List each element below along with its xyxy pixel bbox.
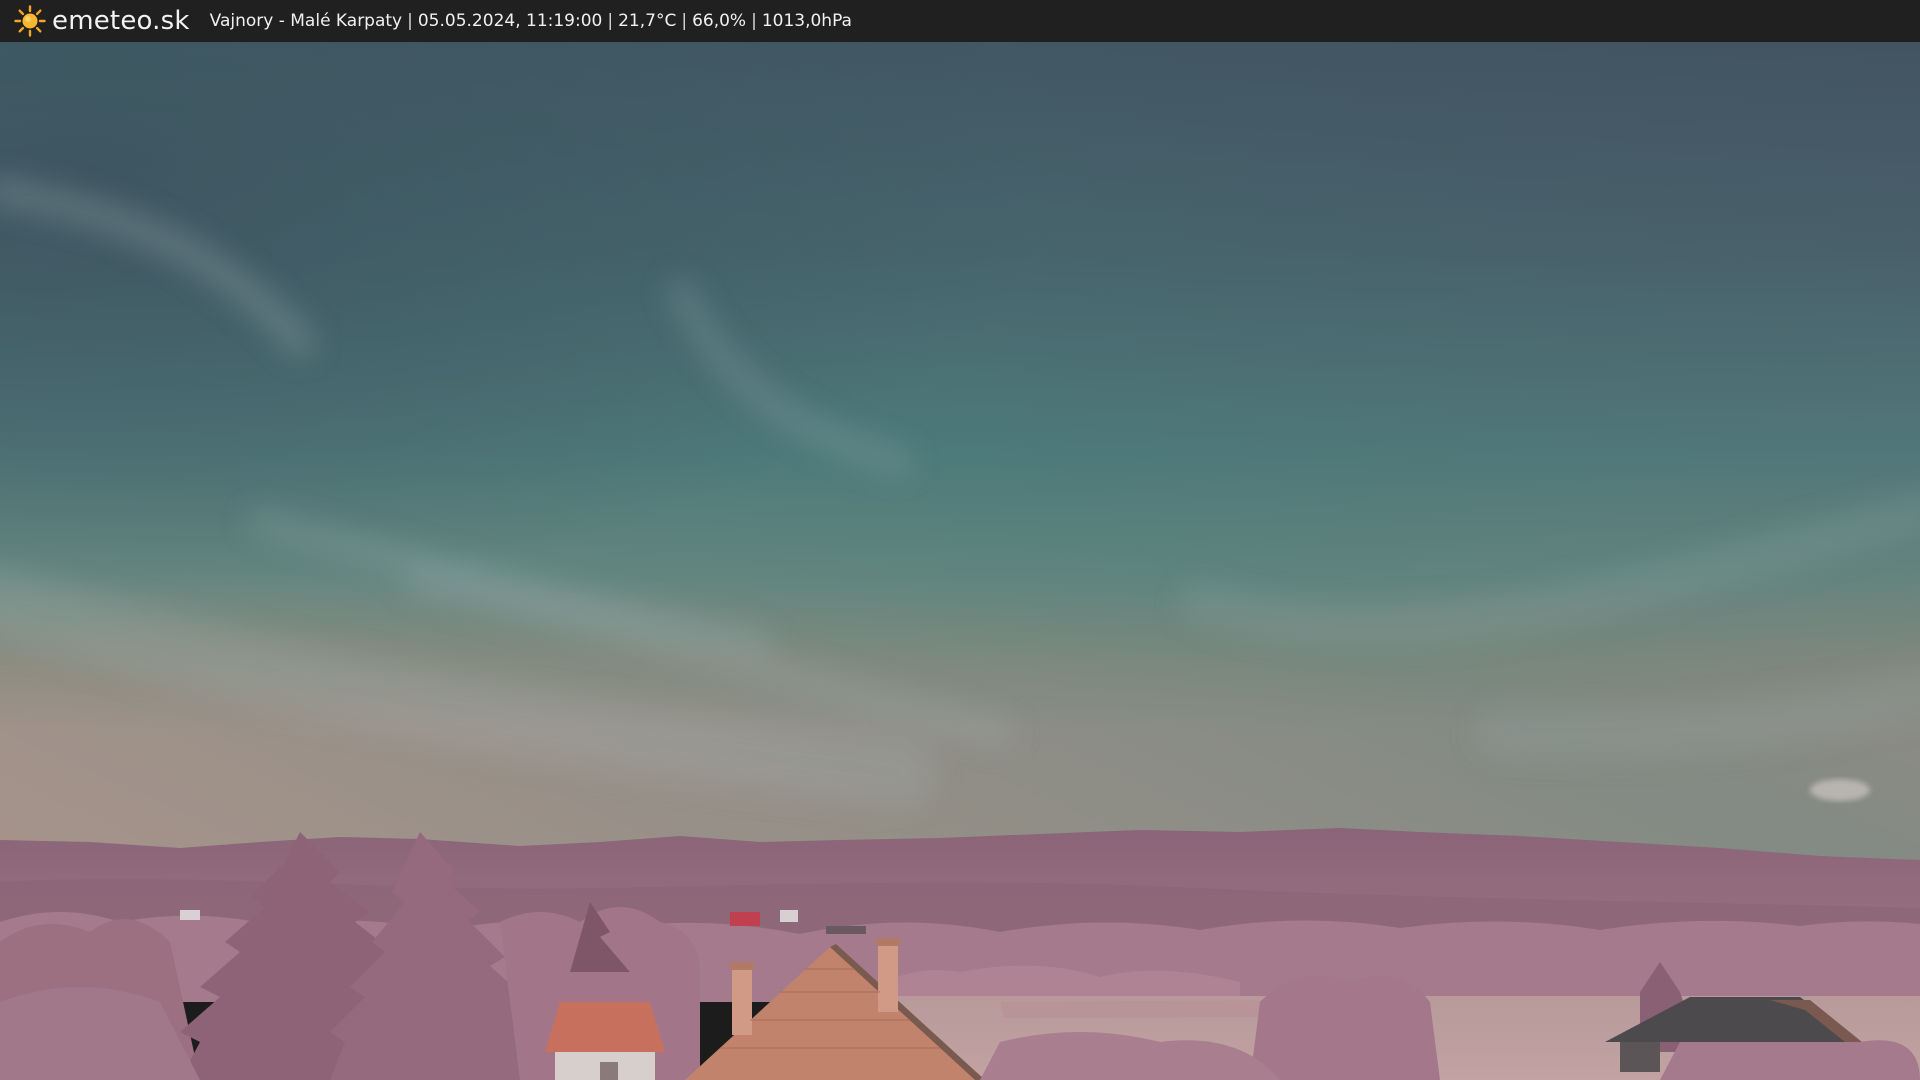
datetime-label: 05.05.2024, 11:19:00 [417,11,603,31]
brand[interactable]: emeteo.sk [14,0,190,42]
pressure-label: 1013,0hPa [761,11,852,31]
separator: | [751,11,757,31]
sky [0,42,1920,902]
small-cloud [1810,779,1870,801]
site-name: emeteo.sk [52,6,190,36]
webcam-page: emeteo.sk Vajnory - Malé Karpaty | 05.05… [0,0,1920,1080]
house-left [545,1002,665,1080]
webcam-image [0,42,1920,1080]
location-label: Vajnory - Malé Karpaty [209,11,403,31]
info-bar: emeteo.sk Vajnory - Malé Karpaty | 05.05… [0,0,1920,42]
separator: | [407,11,413,31]
temperature-label: 21,7°C [618,11,677,31]
sun-icon [14,5,46,37]
humidity-label: 66,0% [692,11,747,31]
weather-status: Vajnory - Malé Karpaty | 05.05.2024, 11:… [210,11,852,31]
separator: | [607,11,614,31]
separator: | [681,11,688,31]
